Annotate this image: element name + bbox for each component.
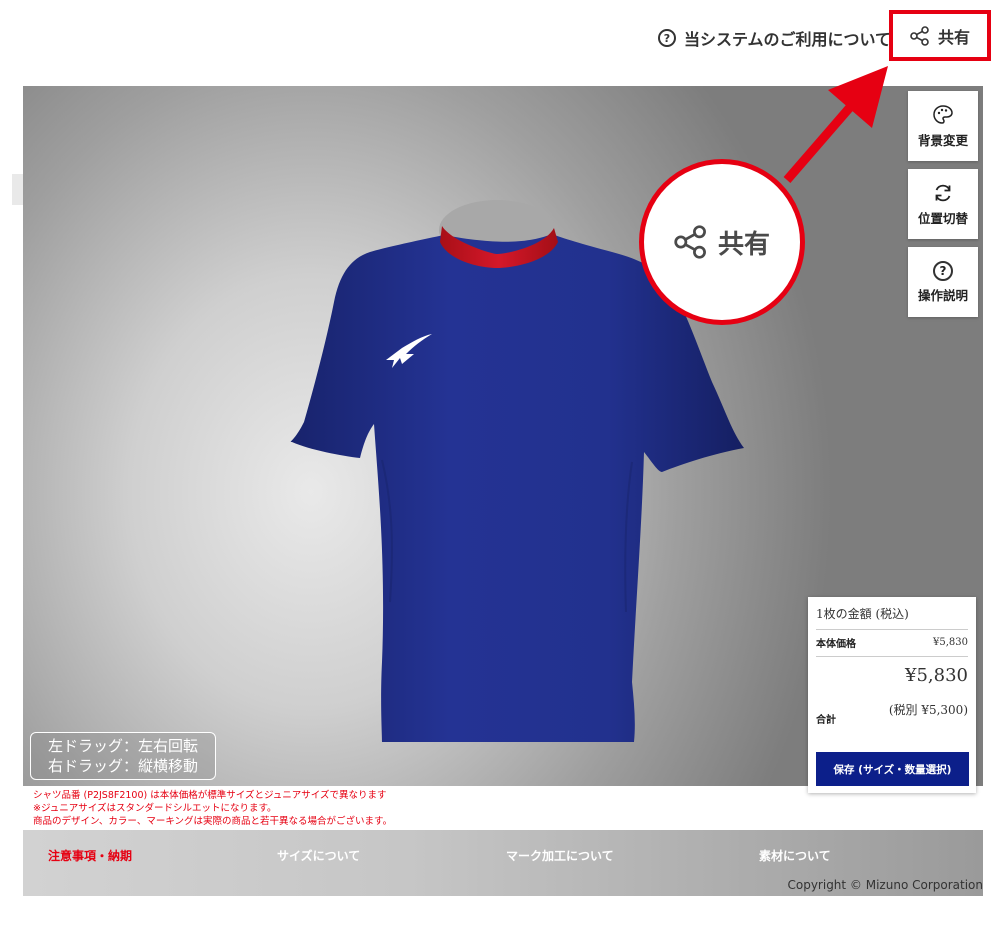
- save-button[interactable]: 保存 (サイズ・数量選択): [816, 752, 969, 786]
- tax-excluded-value: (税別 ¥5,300): [888, 703, 968, 717]
- price-title: 1枚の金額 (税込): [816, 605, 968, 630]
- help-link[interactable]: ? 当システムのご利用について: [658, 24, 891, 52]
- drag-hint-line1: 左ドラッグ：左右回転: [47, 737, 198, 755]
- question-icon: ?: [933, 260, 953, 281]
- instructions-button[interactable]: ? 操作説明: [908, 247, 978, 317]
- total-label: 合計: [816, 715, 836, 726]
- note-line: 商品のデザイン、カラー、マーキングは実際の商品と若干異なる場合がございます。: [33, 816, 393, 827]
- top-bar: ? 当システムのご利用について 共有: [0, 0, 1000, 80]
- copyright: Copyright © Mizuno Corporation: [787, 878, 983, 892]
- share-icon: [910, 25, 929, 46]
- total-value: ¥5,830: [905, 665, 968, 686]
- price-panel: 1枚の金額 (税込) 本体価格 ¥5,830 合計 ¥5,830 (税別 ¥5,…: [808, 597, 976, 793]
- drag-hint-line2: 右ドラッグ：縦横移動: [47, 757, 198, 775]
- share-callout: 共有: [639, 159, 805, 325]
- help-link-label: 当システムのご利用について: [684, 30, 892, 49]
- share-label: 共有: [937, 27, 970, 47]
- question-icon: ?: [658, 29, 676, 47]
- background-change-button[interactable]: 背景変更: [908, 91, 978, 161]
- footer-link-material[interactable]: 素材について: [759, 847, 831, 864]
- share-icon: [674, 225, 706, 259]
- note-line: ※ジュニアサイズはスタンダードシルエットになります。: [33, 803, 277, 814]
- total-price: 合計 ¥5,830 (税別 ¥5,300): [816, 657, 968, 747]
- instructions-label: 操作説明: [917, 287, 968, 303]
- callout-label: 共有: [717, 229, 770, 260]
- palette-icon: [933, 104, 953, 124]
- position-toggle-button[interactable]: 位置切替: [908, 169, 978, 239]
- share-button[interactable]: 共有: [889, 10, 991, 61]
- background-change-label: 背景変更: [917, 132, 968, 148]
- refresh-icon: [935, 184, 951, 201]
- note-line: シャツ品番 (P2JS8F2100) は本体価格が標準サイズとジュニアサイズで異…: [33, 790, 387, 801]
- footer-nav: 注意事項・納期 サイズについて マーク加工について 素材について: [23, 847, 983, 863]
- base-price-row: 本体価格 ¥5,830: [816, 630, 968, 657]
- footer-link-marking[interactable]: マーク加工について: [506, 847, 614, 864]
- notes: シャツ品番 (P2JS8F2100) は本体価格が標準サイズとジュニアサイズで異…: [33, 789, 803, 828]
- base-price-label: 本体価格: [816, 639, 856, 650]
- position-toggle-label: 位置切替: [917, 210, 968, 226]
- left-edge-tab: [12, 174, 23, 205]
- base-price-value: ¥5,830: [933, 637, 968, 648]
- drag-hint: 左ドラッグ：左右回転 右ドラッグ：縦横移動: [30, 732, 216, 780]
- footer: 注意事項・納期 サイズについて マーク加工について 素材について Copyrig…: [23, 830, 983, 896]
- footer-link-notice[interactable]: 注意事項・納期: [48, 847, 132, 864]
- footer-link-size[interactable]: サイズについて: [277, 847, 360, 864]
